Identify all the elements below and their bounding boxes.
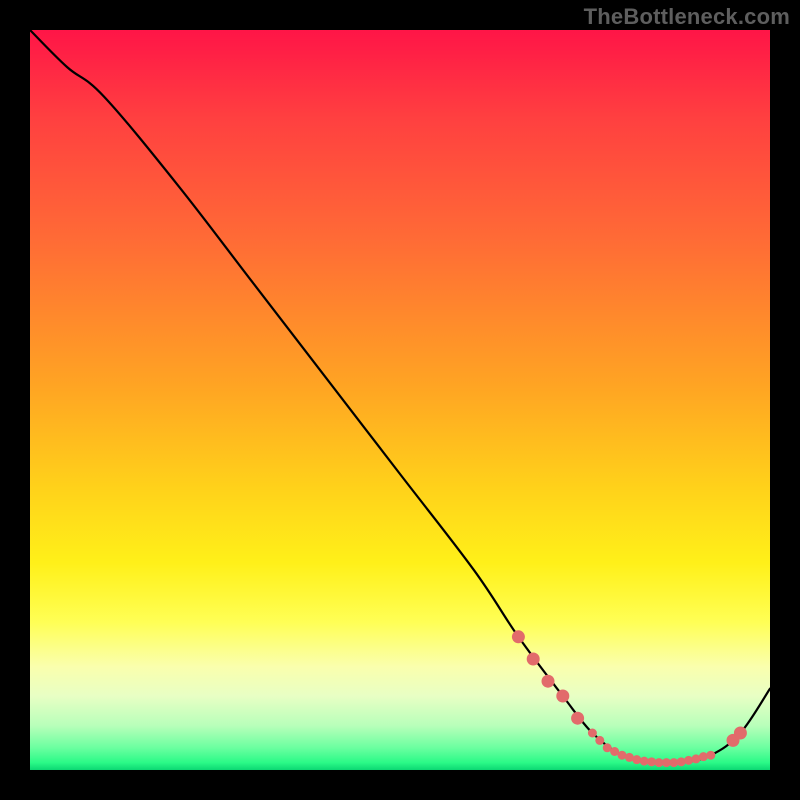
plot-area	[30, 30, 770, 770]
marker-group	[512, 630, 747, 767]
marker-point	[677, 757, 686, 766]
watermark-text: TheBottleneck.com	[584, 4, 790, 30]
marker-point	[632, 755, 641, 764]
marker-point	[595, 736, 604, 745]
marker-point	[734, 727, 747, 740]
marker-point	[706, 751, 715, 760]
chart-frame: TheBottleneck.com	[0, 0, 800, 800]
bottleneck-curve	[30, 30, 770, 764]
marker-point	[527, 653, 540, 666]
marker-point	[684, 756, 693, 765]
marker-point	[699, 752, 708, 761]
marker-point	[512, 630, 525, 643]
marker-point	[571, 712, 584, 725]
marker-point	[588, 729, 597, 738]
marker-point	[556, 690, 569, 703]
marker-point	[542, 675, 555, 688]
chart-svg	[30, 30, 770, 770]
